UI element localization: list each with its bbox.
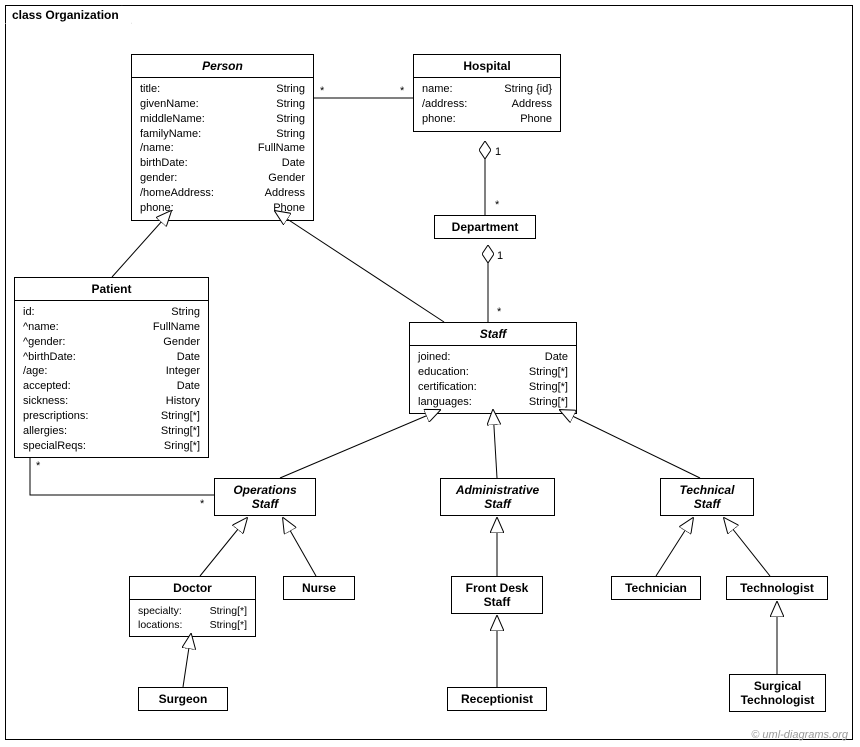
class-staff: Staff joined:Dateeducation:String[*]cert… <box>409 322 577 414</box>
mult-ops-patient-patient: * <box>36 460 40 472</box>
class-hospital-name: Hospital <box>414 55 560 78</box>
class-front-desk-staff-name: Front DeskStaff <box>452 577 542 613</box>
mult-dept-staff-star: * <box>497 306 501 318</box>
class-technical-staff-name: TechnicalStaff <box>661 479 753 515</box>
class-administrative-staff: AdministrativeStaff <box>440 478 555 516</box>
class-nurse: Nurse <box>283 576 355 600</box>
class-administrative-staff-name: AdministrativeStaff <box>441 479 554 515</box>
class-receptionist-name: Receptionist <box>448 688 546 710</box>
class-department-name: Department <box>435 216 535 238</box>
mult-hosp-dept-star: * <box>495 199 499 211</box>
class-staff-name: Staff <box>410 323 576 346</box>
class-receptionist: Receptionist <box>447 687 547 711</box>
class-person: Person title:StringgivenName:Stringmiddl… <box>131 54 314 221</box>
class-surgical-technologist-name: SurgicalTechnologist <box>730 675 825 711</box>
class-patient: Patient id:String^name:FullName^gender:G… <box>14 277 209 458</box>
class-technologist: Technologist <box>726 576 828 600</box>
class-doctor-name: Doctor <box>130 577 255 600</box>
mult-ops-patient-ops: * <box>200 498 204 510</box>
class-operations-staff-name: OperationsStaff <box>215 479 315 515</box>
class-hospital: Hospital name:String {id}/address:Addres… <box>413 54 561 132</box>
mult-hospital-side: * <box>400 85 404 97</box>
class-technician-name: Technician <box>612 577 700 599</box>
class-patient-name: Patient <box>15 278 208 301</box>
frame-title: class Organization <box>5 5 132 24</box>
class-department: Department <box>434 215 536 239</box>
class-technician: Technician <box>611 576 701 600</box>
class-technical-staff: TechnicalStaff <box>660 478 754 516</box>
mult-dept-staff-1: 1 <box>497 250 503 262</box>
class-operations-staff: OperationsStaff <box>214 478 316 516</box>
class-doctor: Doctor specialty:String[*]locations:Stri… <box>129 576 256 637</box>
watermark: © uml-diagrams.org <box>751 729 848 741</box>
class-person-name: Person <box>132 55 313 78</box>
class-front-desk-staff: Front DeskStaff <box>451 576 543 614</box>
mult-hosp-dept-1: 1 <box>495 146 501 158</box>
class-technologist-name: Technologist <box>727 577 827 599</box>
mult-person-side: * <box>320 85 324 97</box>
class-nurse-name: Nurse <box>284 577 354 599</box>
class-surgeon: Surgeon <box>138 687 228 711</box>
class-surgeon-name: Surgeon <box>139 688 227 710</box>
class-surgical-technologist: SurgicalTechnologist <box>729 674 826 712</box>
